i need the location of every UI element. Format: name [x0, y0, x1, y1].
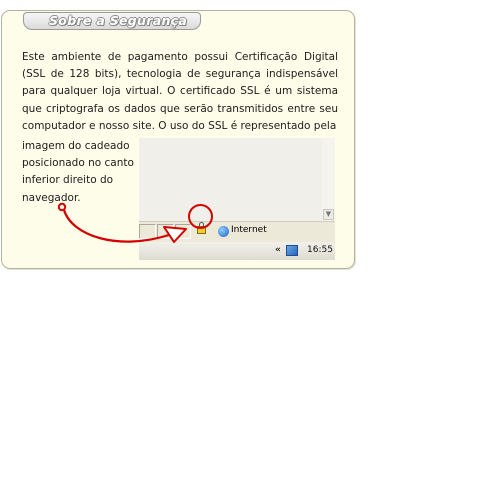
arrow-start-dot — [57, 202, 67, 212]
arrow-curve — [62, 209, 170, 243]
pointer-arrow — [57, 202, 187, 243]
